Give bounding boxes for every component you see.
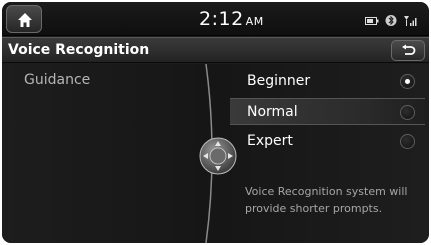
option-beginner-label: Beginner xyxy=(247,73,311,89)
back-arrow-icon xyxy=(402,44,416,55)
bluetooth-icon xyxy=(385,12,397,31)
back-button[interactable] xyxy=(391,40,425,61)
content-area: Guidance Beginner Normal Expert Voice Re… xyxy=(2,64,429,243)
option-expert[interactable]: Expert xyxy=(230,128,425,155)
status-bar: 2:12 AM xyxy=(2,2,429,36)
option-description: Voice Recognition system will provide sh… xyxy=(245,185,408,215)
option-normal-label: Normal xyxy=(247,104,298,120)
battery-icon xyxy=(365,12,379,31)
radio-beginner[interactable] xyxy=(400,74,415,89)
left-pane: Guidance xyxy=(2,64,202,243)
clock-time: 2:12 xyxy=(199,8,244,30)
screen: 2:12 AM Voice Recognition Guidance Begin… xyxy=(2,2,429,243)
clock: 2:12 AM xyxy=(199,8,264,30)
signal-icon xyxy=(403,12,417,31)
option-expert-label: Expert xyxy=(247,133,293,149)
status-icons xyxy=(365,12,419,26)
option-normal[interactable]: Normal xyxy=(230,98,425,125)
radio-expert[interactable] xyxy=(400,134,415,149)
clock-ampm: AM xyxy=(245,15,264,28)
home-icon xyxy=(18,13,32,27)
title-bar: Voice Recognition xyxy=(2,37,429,63)
home-button[interactable] xyxy=(6,5,42,33)
guidance-menu-item[interactable]: Guidance xyxy=(24,72,90,88)
option-beginner[interactable]: Beginner xyxy=(230,68,425,95)
page-title: Voice Recognition xyxy=(8,42,150,58)
joystick-icon xyxy=(199,137,237,175)
radio-normal[interactable] xyxy=(400,105,415,120)
